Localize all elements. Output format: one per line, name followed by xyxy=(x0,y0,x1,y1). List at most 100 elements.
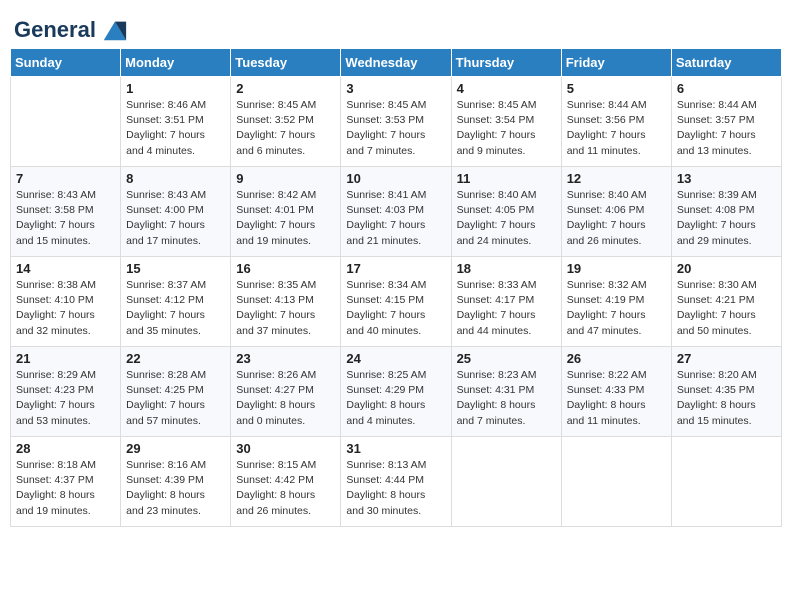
calendar-cell: 10 Sunrise: 8:41 AM Sunset: 4:03 PM Dayli… xyxy=(341,167,451,257)
day-number: 13 xyxy=(677,171,776,186)
calendar-cell: 8 Sunrise: 8:43 AM Sunset: 4:00 PM Daylig… xyxy=(121,167,231,257)
logo: General xyxy=(14,16,128,40)
day-info: Sunrise: 8:28 AM Sunset: 4:25 PM Dayligh… xyxy=(126,368,225,429)
weekday-header-monday: Monday xyxy=(121,49,231,77)
day-info: Sunrise: 8:15 AM Sunset: 4:42 PM Dayligh… xyxy=(236,458,335,519)
day-number: 31 xyxy=(346,441,445,456)
calendar-cell: 13 Sunrise: 8:39 AM Sunset: 4:08 PM Dayli… xyxy=(671,167,781,257)
day-info: Sunrise: 8:40 AM Sunset: 4:06 PM Dayligh… xyxy=(567,188,666,249)
day-info: Sunrise: 8:34 AM Sunset: 4:15 PM Dayligh… xyxy=(346,278,445,339)
day-number: 17 xyxy=(346,261,445,276)
day-number: 16 xyxy=(236,261,335,276)
calendar-cell: 19Sunrise: 8:32 AM Sunset: 4:19 PM Dayli… xyxy=(561,257,671,347)
day-info: Sunrise: 8:30 AM Sunset: 4:21 PM Dayligh… xyxy=(677,278,776,339)
calendar-cell: 29 Sunrise: 8:16 AM Sunset: 4:39 PM Dayli… xyxy=(121,437,231,527)
day-info: Sunrise: 8:20 AM Sunset: 4:35 PM Dayligh… xyxy=(677,368,776,429)
day-number: 25 xyxy=(457,351,556,366)
calendar-cell: 20 Sunrise: 8:30 AM Sunset: 4:21 PM Dayli… xyxy=(671,257,781,347)
day-info: Sunrise: 8:41 AM Sunset: 4:03 PM Dayligh… xyxy=(346,188,445,249)
calendar-table: SundayMondayTuesdayWednesdayThursdayFrid… xyxy=(10,48,782,527)
calendar-cell: 15 Sunrise: 8:37 AM Sunset: 4:12 PM Dayli… xyxy=(121,257,231,347)
week-row-2: 7Sunrise: 8:43 AM Sunset: 3:58 PM Daylig… xyxy=(11,167,782,257)
calendar-cell: 3 Sunrise: 8:45 AM Sunset: 3:53 PM Daylig… xyxy=(341,77,451,167)
day-number: 26 xyxy=(567,351,666,366)
day-info: Sunrise: 8:16 AM Sunset: 4:39 PM Dayligh… xyxy=(126,458,225,519)
day-number: 29 xyxy=(126,441,225,456)
weekday-header-friday: Friday xyxy=(561,49,671,77)
day-info: Sunrise: 8:42 AM Sunset: 4:01 PM Dayligh… xyxy=(236,188,335,249)
page-header: General xyxy=(10,10,782,40)
weekday-header-saturday: Saturday xyxy=(671,49,781,77)
calendar-cell: 30 Sunrise: 8:15 AM Sunset: 4:42 PM Dayli… xyxy=(231,437,341,527)
calendar-cell: 7Sunrise: 8:43 AM Sunset: 3:58 PM Daylig… xyxy=(11,167,121,257)
day-number: 1 xyxy=(126,81,225,96)
day-info: Sunrise: 8:39 AM Sunset: 4:08 PM Dayligh… xyxy=(677,188,776,249)
day-info: Sunrise: 8:45 AM Sunset: 3:53 PM Dayligh… xyxy=(346,98,445,159)
day-number: 22 xyxy=(126,351,225,366)
day-info: Sunrise: 8:37 AM Sunset: 4:12 PM Dayligh… xyxy=(126,278,225,339)
calendar-cell: 18 Sunrise: 8:33 AM Sunset: 4:17 PM Dayli… xyxy=(451,257,561,347)
day-info: Sunrise: 8:29 AM Sunset: 4:23 PM Dayligh… xyxy=(16,368,115,429)
day-info: Sunrise: 8:38 AM Sunset: 4:10 PM Dayligh… xyxy=(16,278,115,339)
day-number: 20 xyxy=(677,261,776,276)
day-number: 18 xyxy=(457,261,556,276)
calendar-cell: 4 Sunrise: 8:45 AM Sunset: 3:54 PM Daylig… xyxy=(451,77,561,167)
calendar-cell: 14 Sunrise: 8:38 AM Sunset: 4:10 PM Dayli… xyxy=(11,257,121,347)
weekday-header-tuesday: Tuesday xyxy=(231,49,341,77)
day-info: Sunrise: 8:44 AM Sunset: 3:57 PM Dayligh… xyxy=(677,98,776,159)
calendar-cell: 31 Sunrise: 8:13 AM Sunset: 4:44 PM Dayli… xyxy=(341,437,451,527)
day-number: 5 xyxy=(567,81,666,96)
day-info: Sunrise: 8:40 AM Sunset: 4:05 PM Dayligh… xyxy=(457,188,556,249)
day-number: 3 xyxy=(346,81,445,96)
day-number: 2 xyxy=(236,81,335,96)
day-number: 12 xyxy=(567,171,666,186)
logo-text-general: General xyxy=(14,18,96,42)
day-number: 9 xyxy=(236,171,335,186)
calendar-cell: 26Sunrise: 8:22 AM Sunset: 4:33 PM Dayli… xyxy=(561,347,671,437)
day-number: 4 xyxy=(457,81,556,96)
calendar-cell: 1 Sunrise: 8:46 AM Sunset: 3:51 PM Daylig… xyxy=(121,77,231,167)
calendar-cell: 6 Sunrise: 8:44 AM Sunset: 3:57 PM Daylig… xyxy=(671,77,781,167)
day-info: Sunrise: 8:46 AM Sunset: 3:51 PM Dayligh… xyxy=(126,98,225,159)
calendar-cell: 17 Sunrise: 8:34 AM Sunset: 4:15 PM Dayli… xyxy=(341,257,451,347)
day-info: Sunrise: 8:45 AM Sunset: 3:52 PM Dayligh… xyxy=(236,98,335,159)
day-number: 8 xyxy=(126,171,225,186)
day-info: Sunrise: 8:13 AM Sunset: 4:44 PM Dayligh… xyxy=(346,458,445,519)
day-info: Sunrise: 8:45 AM Sunset: 3:54 PM Dayligh… xyxy=(457,98,556,159)
calendar-cell xyxy=(561,437,671,527)
day-info: Sunrise: 8:33 AM Sunset: 4:17 PM Dayligh… xyxy=(457,278,556,339)
day-info: Sunrise: 8:43 AM Sunset: 4:00 PM Dayligh… xyxy=(126,188,225,249)
week-row-3: 14 Sunrise: 8:38 AM Sunset: 4:10 PM Dayli… xyxy=(11,257,782,347)
day-number: 10 xyxy=(346,171,445,186)
calendar-cell xyxy=(671,437,781,527)
calendar-cell: 24Sunrise: 8:25 AM Sunset: 4:29 PM Dayli… xyxy=(341,347,451,437)
calendar-cell: 2 Sunrise: 8:45 AM Sunset: 3:52 PM Daylig… xyxy=(231,77,341,167)
calendar-cell: 27 Sunrise: 8:20 AM Sunset: 4:35 PM Dayli… xyxy=(671,347,781,437)
day-number: 23 xyxy=(236,351,335,366)
calendar-cell: 28 Sunrise: 8:18 AM Sunset: 4:37 PM Dayli… xyxy=(11,437,121,527)
day-info: Sunrise: 8:25 AM Sunset: 4:29 PM Dayligh… xyxy=(346,368,445,429)
calendar-cell: 23 Sunrise: 8:26 AM Sunset: 4:27 PM Dayli… xyxy=(231,347,341,437)
day-number: 7 xyxy=(16,171,115,186)
calendar-cell xyxy=(11,77,121,167)
day-number: 15 xyxy=(126,261,225,276)
week-row-4: 21 Sunrise: 8:29 AM Sunset: 4:23 PM Dayli… xyxy=(11,347,782,437)
calendar-cell: 21 Sunrise: 8:29 AM Sunset: 4:23 PM Dayli… xyxy=(11,347,121,437)
calendar-cell: 12 Sunrise: 8:40 AM Sunset: 4:06 PM Dayli… xyxy=(561,167,671,257)
calendar-cell: 22 Sunrise: 8:28 AM Sunset: 4:25 PM Dayli… xyxy=(121,347,231,437)
day-info: Sunrise: 8:32 AM Sunset: 4:19 PM Dayligh… xyxy=(567,278,666,339)
day-info: Sunrise: 8:44 AM Sunset: 3:56 PM Dayligh… xyxy=(567,98,666,159)
weekday-header-row: SundayMondayTuesdayWednesdayThursdayFrid… xyxy=(11,49,782,77)
day-number: 11 xyxy=(457,171,556,186)
day-number: 28 xyxy=(16,441,115,456)
calendar-cell: 9 Sunrise: 8:42 AM Sunset: 4:01 PM Daylig… xyxy=(231,167,341,257)
week-row-1: 1 Sunrise: 8:46 AM Sunset: 3:51 PM Daylig… xyxy=(11,77,782,167)
day-number: 6 xyxy=(677,81,776,96)
day-info: Sunrise: 8:26 AM Sunset: 4:27 PM Dayligh… xyxy=(236,368,335,429)
day-number: 21 xyxy=(16,351,115,366)
day-info: Sunrise: 8:18 AM Sunset: 4:37 PM Dayligh… xyxy=(16,458,115,519)
day-number: 27 xyxy=(677,351,776,366)
day-number: 30 xyxy=(236,441,335,456)
calendar-cell: 5 Sunrise: 8:44 AM Sunset: 3:56 PM Daylig… xyxy=(561,77,671,167)
day-number: 14 xyxy=(16,261,115,276)
